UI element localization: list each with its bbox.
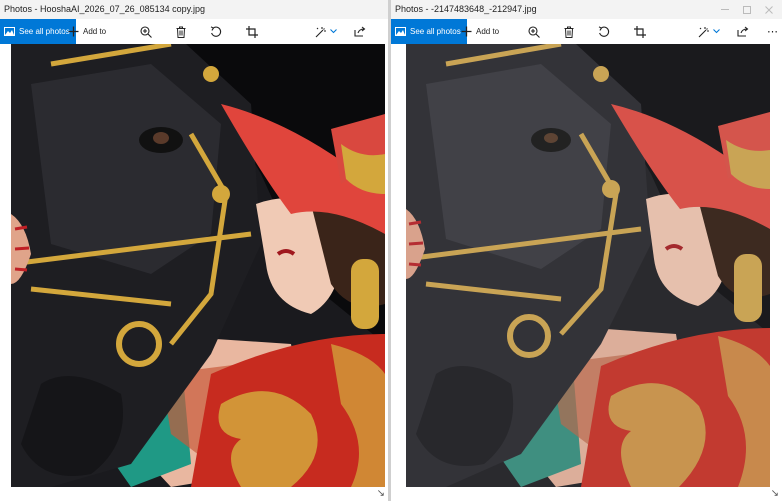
window-controls [714,0,780,19]
delete-button[interactable] [176,19,186,44]
add-to-button[interactable]: Add to [68,19,106,44]
horse-woman-photo [11,44,385,487]
photo-toolbar: See all photos Add to ⋯ [391,19,782,44]
zoom-in-icon [528,25,540,38]
zoom-in-icon [140,25,152,38]
magic-wand-icon [698,26,709,37]
rotate-icon [210,25,222,37]
photos-window-right: Photos - -2147483648_-212947.jpg See all… [391,0,782,501]
add-to-label: Add to [83,27,107,36]
photo-toolbar: See all photos Add to [0,19,388,44]
rotate-icon [598,25,610,37]
see-all-photos-button[interactable]: See all photos [391,19,467,44]
chevron-down-icon [713,29,720,34]
rotate-button[interactable] [210,19,222,44]
plus-icon [68,26,79,37]
trash-icon [564,26,574,38]
share-button[interactable] [737,19,749,44]
horse-woman-photo [406,44,770,487]
rotate-button[interactable] [598,19,610,44]
bottom-strip: ↘ [391,487,782,501]
trash-icon [176,26,186,38]
plus-icon [461,26,472,37]
bottom-strip: ↘ [0,487,388,501]
see-all-photos-label: See all photos [19,27,70,36]
resize-grip-icon[interactable]: ↘ [771,488,779,499]
photo-viewport[interactable] [11,44,385,487]
see-all-photos-button[interactable]: See all photos [0,19,76,44]
window-title: Photos - -2147483648_-212947.jpg [395,4,537,14]
close-icon [765,5,773,14]
more-options-button[interactable]: ⋯ [767,19,778,44]
resize-grip-icon[interactable]: ↘ [377,488,385,499]
gallery-icon [4,27,15,36]
zoom-button[interactable] [140,19,152,44]
close-button[interactable] [758,0,780,19]
edit-create-button[interactable] [698,19,720,44]
minimize-button[interactable] [714,0,736,19]
edit-create-button[interactable] [315,19,337,44]
minimize-icon [721,9,729,10]
share-icon [354,26,366,37]
window-title: Photos - HooshaAI_2026_07_26_085134 copy… [4,4,205,14]
see-all-photos-label: See all photos [410,27,461,36]
chevron-down-icon [330,29,337,34]
crop-icon [634,25,646,38]
crop-button[interactable] [634,19,646,44]
title-bar: Photos - HooshaAI_2026_07_26_085134 copy… [0,0,388,19]
maximize-button[interactable] [736,0,758,19]
photos-window-left: Photos - HooshaAI_2026_07_26_085134 copy… [0,0,388,501]
title-bar: Photos - -2147483648_-212947.jpg [391,0,782,19]
crop-button[interactable] [246,19,258,44]
share-icon [737,26,749,37]
add-to-label: Add to [476,27,500,36]
crop-icon [246,25,258,38]
add-to-button[interactable]: Add to [461,19,499,44]
share-button[interactable] [354,19,366,44]
magic-wand-icon [315,26,326,37]
delete-button[interactable] [564,19,574,44]
photo-viewport[interactable] [406,44,770,487]
zoom-button[interactable] [528,19,540,44]
gallery-icon [395,27,406,36]
maximize-icon [743,5,751,14]
